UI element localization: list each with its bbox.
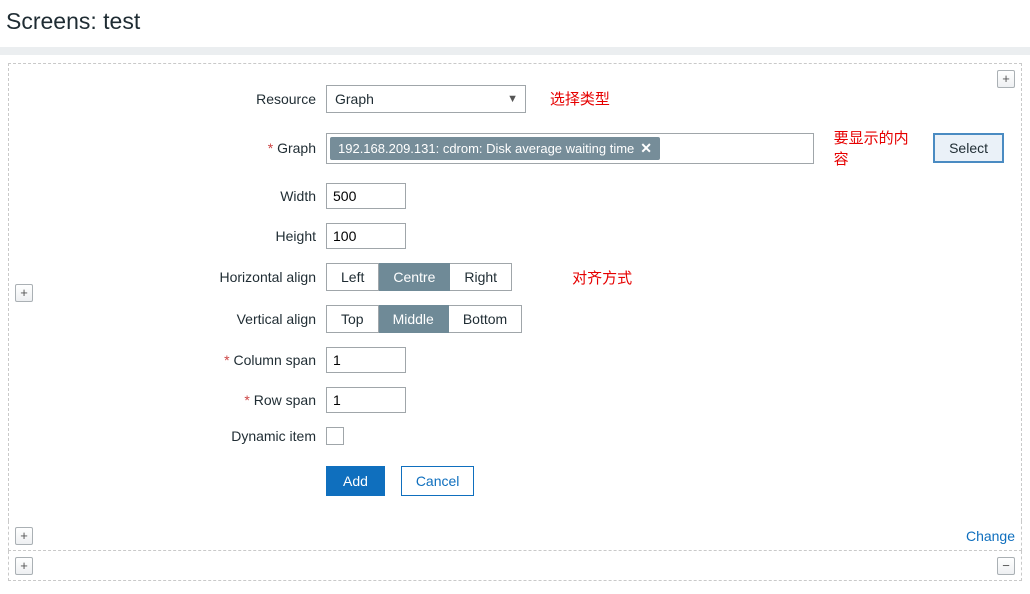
select-graph-button[interactable]: Select [933, 133, 1004, 163]
change-link[interactable]: Change [966, 528, 1015, 544]
halign-centre[interactable]: Centre [379, 263, 450, 291]
colspan-input[interactable] [326, 347, 406, 373]
resource-select[interactable]: Graph [326, 85, 526, 113]
height-label: Height [101, 216, 321, 256]
divider-bar [0, 47, 1030, 55]
add-column-button[interactable]: + [997, 70, 1015, 88]
add-row-button[interactable]: + [15, 284, 33, 302]
cell-config-form: Resource Graph ▼ 选择类型 * Graph [101, 78, 1009, 503]
dynamic-checkbox[interactable] [326, 427, 344, 445]
add-button[interactable]: Add [326, 466, 385, 496]
annotation-content: 要显示的内容 [834, 127, 915, 169]
width-label: Width [101, 176, 321, 216]
cancel-button[interactable]: Cancel [401, 466, 475, 496]
valign-middle[interactable]: Middle [379, 305, 449, 333]
valign-segmented: Top Middle Bottom [326, 305, 1004, 333]
remove-chip-icon[interactable]: ✕ [640, 140, 652, 157]
halign-left[interactable]: Left [326, 263, 379, 291]
annotation-align: 对齐方式 [572, 267, 632, 288]
annotation-type: 选择类型 [550, 91, 610, 108]
dynamic-label: Dynamic item [101, 420, 321, 452]
screen-cell: + + Resource Graph ▼ 选择类型 * Graph [8, 63, 1022, 521]
add-cell-button[interactable]: + [15, 527, 33, 545]
row-controls-2: + − [8, 551, 1022, 581]
valign-label: Vertical align [101, 298, 321, 340]
page-header: Screens: test [0, 0, 1030, 47]
graph-label: * Graph [101, 120, 321, 176]
halign-segmented: Left Centre Right [326, 263, 512, 291]
rowspan-label: * Row span [101, 380, 321, 420]
graph-chip: 192.168.209.131: cdrom: Disk average wai… [330, 137, 660, 160]
width-input[interactable] [326, 183, 406, 209]
height-input[interactable] [326, 223, 406, 249]
colspan-label: * Column span [101, 340, 321, 380]
graph-multiselect[interactable]: 192.168.209.131: cdrom: Disk average wai… [326, 133, 814, 164]
halign-label: Horizontal align [101, 256, 321, 298]
valign-top[interactable]: Top [326, 305, 379, 333]
add-cell-button-2[interactable]: + [15, 557, 33, 575]
screen-editor: + + Resource Graph ▼ 选择类型 * Graph [0, 55, 1030, 589]
resource-label: Resource [101, 78, 321, 120]
halign-right[interactable]: Right [450, 263, 512, 291]
valign-bottom[interactable]: Bottom [449, 305, 522, 333]
remove-cell-button[interactable]: − [997, 557, 1015, 575]
row-controls-1: + Change [8, 521, 1022, 551]
rowspan-input[interactable] [326, 387, 406, 413]
page-title: Screens: test [6, 8, 1024, 35]
